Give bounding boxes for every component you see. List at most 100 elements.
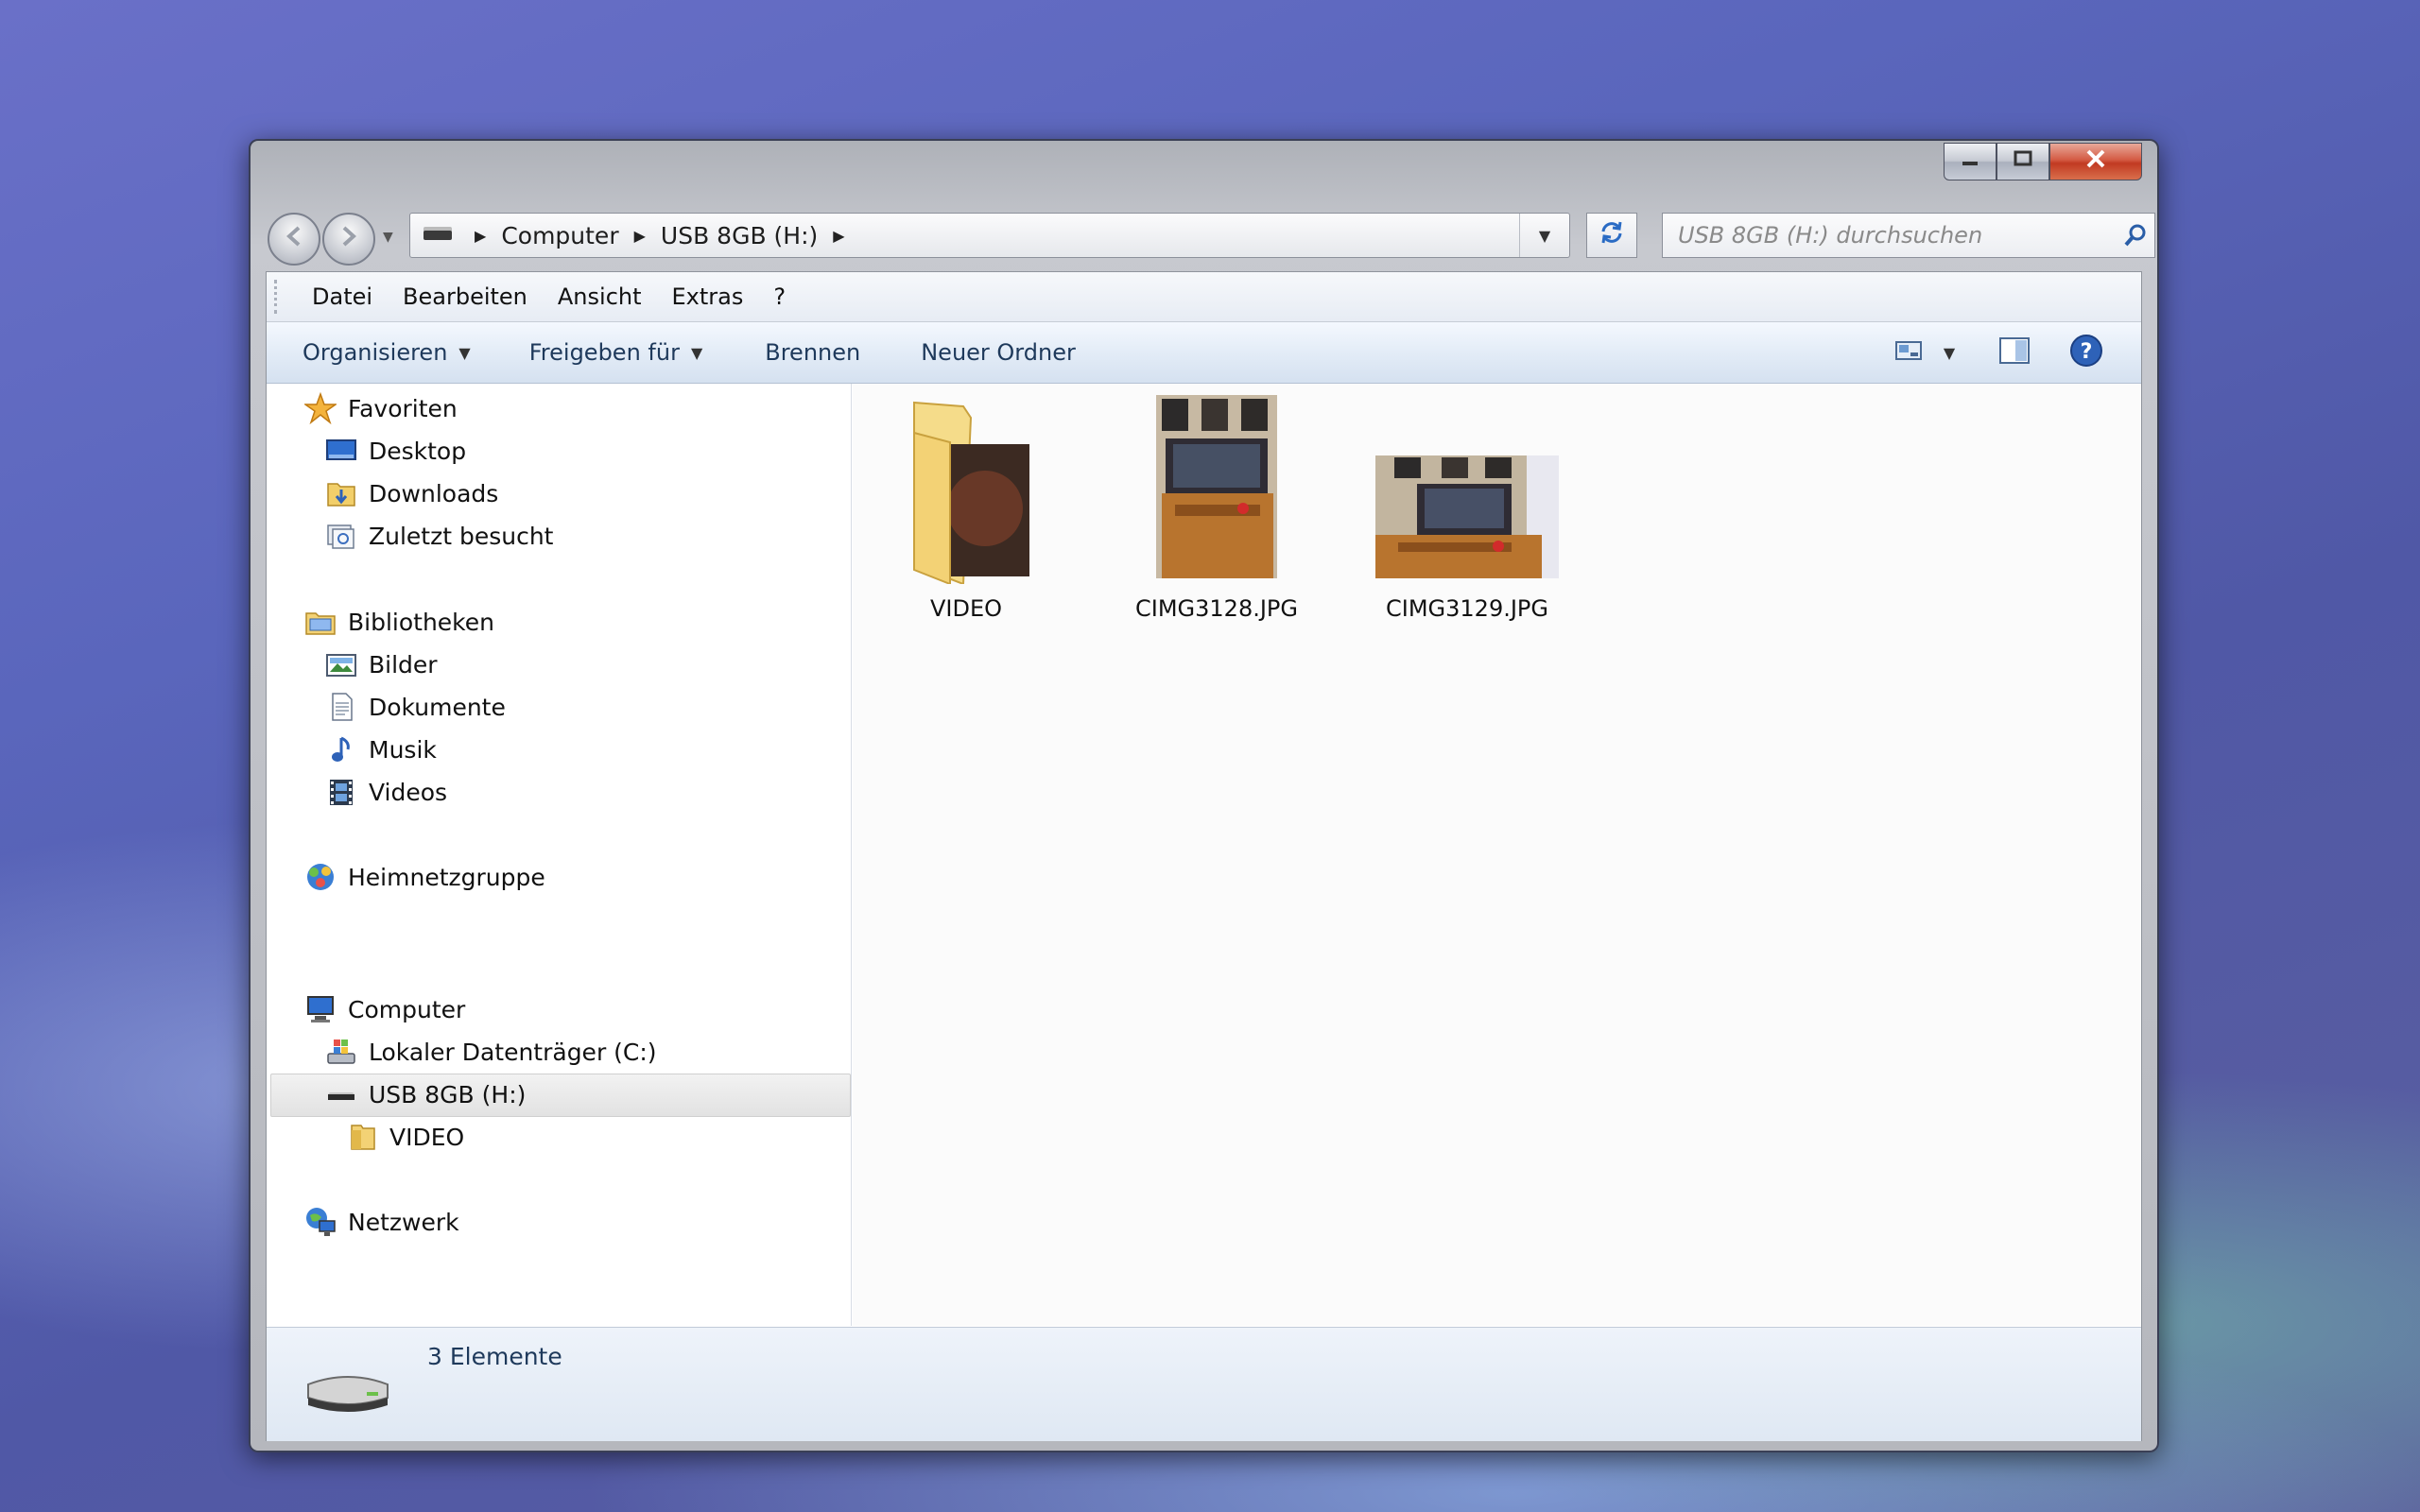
minimize-icon <box>1960 148 1980 175</box>
help-icon: ? <box>2069 334 2103 371</box>
photo-thumbnail-icon <box>1375 395 1559 578</box>
menu-datei[interactable]: Datei <box>297 280 388 314</box>
libraries-icon <box>304 606 337 638</box>
file-item-cimg3129[interactable]: CIMG3129.JPG <box>1363 395 1571 622</box>
tree-label: Computer <box>348 995 466 1023</box>
tree-item-usb-drive[interactable]: USB 8GB (H:) <box>325 1074 526 1115</box>
tree-label: VIDEO <box>389 1123 465 1151</box>
search-icon[interactable] <box>2117 223 2154 248</box>
breadcrumb-usb-drive[interactable]: USB 8GB (H:) <box>661 222 818 249</box>
navigation-row: ▼ ▶ Computer ▶ USB 8GB (H:) ▶ ▼ <box>268 205 2155 266</box>
hard-drive-icon <box>325 1036 357 1068</box>
new-folder-button[interactable]: Neuer Ordner <box>900 332 1097 373</box>
refresh-button[interactable] <box>1586 213 1637 258</box>
tree-item-downloads[interactable]: Downloads <box>325 472 498 514</box>
tree-label: Musik <box>369 735 437 764</box>
file-name: CIMG3129.JPG <box>1386 595 1548 622</box>
file-item-video-folder[interactable]: VIDEO <box>862 395 1070 622</box>
new-folder-label: Neuer Ordner <box>921 339 1076 366</box>
forward-arrow-icon <box>337 224 361 255</box>
file-name: VIDEO <box>929 595 1003 622</box>
window-controls <box>1944 143 2142 180</box>
maximize-button[interactable] <box>1996 143 2049 180</box>
breadcrumb-separator-icon[interactable]: ▶ <box>634 227 646 245</box>
share-button[interactable]: Freigeben für ▼ <box>509 332 724 373</box>
menu-extras[interactable]: Extras <box>657 280 759 314</box>
recent-places-icon <box>325 520 357 552</box>
tree-item-desktop[interactable]: Desktop <box>325 430 466 472</box>
tree-label: Downloads <box>369 479 499 507</box>
command-bar: Organisieren ▼ Freigeben für ▼ Brennen N… <box>267 322 2141 384</box>
menu-bearbeiten[interactable]: Bearbeiten <box>388 280 543 314</box>
preview-pane-button[interactable] <box>1988 332 2041 373</box>
burn-label: Brennen <box>765 339 861 366</box>
close-button[interactable] <box>2049 143 2142 180</box>
tree-favorites[interactable]: Favoriten <box>304 387 458 429</box>
menu-help[interactable]: ? <box>758 280 801 314</box>
explorer-window: ▼ ▶ Computer ▶ USB 8GB (H:) ▶ ▼ USB 8GB … <box>249 139 2159 1452</box>
photo-thumbnail-icon <box>1156 395 1277 578</box>
details-pane: 3 Elemente <box>267 1327 2141 1441</box>
tree-label: Zuletzt besucht <box>369 522 554 550</box>
minimize-button[interactable] <box>1944 143 1996 180</box>
address-bar[interactable]: ▶ Computer ▶ USB 8GB (H:) ▶ ▼ <box>409 213 1570 258</box>
preview-pane-icon <box>1998 336 2031 369</box>
tree-item-pictures[interactable]: Bilder <box>325 644 438 685</box>
file-item-cimg3128[interactable]: CIMG3128.JPG <box>1113 395 1321 622</box>
refresh-icon <box>1598 218 1626 253</box>
view-controls: ▼ ? <box>1882 332 2141 373</box>
computer-icon <box>304 993 337 1025</box>
tree-item-recent[interactable]: Zuletzt besucht <box>325 515 553 557</box>
view-options-icon <box>1894 339 1923 366</box>
burn-button[interactable]: Brennen <box>744 332 881 373</box>
recent-pages-dropdown[interactable]: ▼ <box>383 230 393 245</box>
tree-homegroup[interactable]: Heimnetzgruppe <box>304 856 545 898</box>
tree-item-video-folder[interactable]: VIDEO <box>346 1116 464 1158</box>
tree-item-videos[interactable]: Videos <box>325 771 447 813</box>
search-input[interactable] <box>1663 221 2117 249</box>
pictures-icon <box>325 648 357 680</box>
navigation-pane: Favoriten Desktop Downloads Zuletzt besu… <box>267 384 852 1326</box>
tree-item-local-disk[interactable]: Lokaler Datenträger (C:) <box>325 1031 657 1073</box>
folder-icon <box>895 395 1037 586</box>
tree-item-music[interactable]: Musik <box>325 729 437 770</box>
menu-ansicht[interactable]: Ansicht <box>543 280 657 314</box>
film-strip-icon <box>325 776 357 808</box>
network-icon <box>304 1206 337 1238</box>
tree-label: Favoriten <box>348 394 458 422</box>
menu-grip <box>274 280 277 314</box>
usb-drive-icon <box>325 1078 357 1110</box>
breadcrumb-computer[interactable]: Computer <box>501 222 618 249</box>
tree-computer[interactable]: Computer <box>304 988 465 1030</box>
tree-label: Videos <box>369 778 448 806</box>
tree-label: Bibliotheken <box>348 608 494 636</box>
breadcrumb-separator-icon[interactable]: ▶ <box>833 227 844 245</box>
file-list: VIDEO CIMG3128.JPG CIMG3129.JPG <box>853 384 2141 1326</box>
file-name: CIMG3128.JPG <box>1135 595 1298 622</box>
search-box[interactable] <box>1662 213 2155 258</box>
change-view-button[interactable] <box>1882 332 1935 373</box>
homegroup-icon <box>304 861 337 893</box>
breadcrumb-separator-icon[interactable]: ▶ <box>475 227 486 245</box>
tree-item-documents[interactable]: Dokumente <box>325 686 506 728</box>
help-button[interactable]: ? <box>2060 332 2113 373</box>
organize-button[interactable]: Organisieren ▼ <box>267 332 492 373</box>
tree-label: Heimnetzgruppe <box>348 863 545 891</box>
tree-label: Bilder <box>369 650 438 679</box>
documents-icon <box>325 691 357 723</box>
music-note-icon <box>325 733 357 765</box>
usb-drive-icon <box>301 1366 395 1422</box>
item-count: 3 Elemente <box>427 1343 562 1370</box>
share-label: Freigeben für <box>528 339 680 366</box>
address-history-dropdown[interactable]: ▼ <box>1519 214 1569 257</box>
tree-label: Netzwerk <box>348 1208 459 1236</box>
tree-label: Desktop <box>369 437 467 465</box>
back-button[interactable] <box>268 213 320 266</box>
forward-button[interactable] <box>322 213 375 266</box>
downloads-folder-icon <box>325 477 357 509</box>
tree-libraries[interactable]: Bibliotheken <box>304 601 494 643</box>
tree-network[interactable]: Netzwerk <box>304 1201 459 1243</box>
view-dropdown-button[interactable]: ▼ <box>1935 332 1963 373</box>
folder-icon <box>346 1121 378 1153</box>
svg-text:?: ? <box>2081 340 2093 364</box>
